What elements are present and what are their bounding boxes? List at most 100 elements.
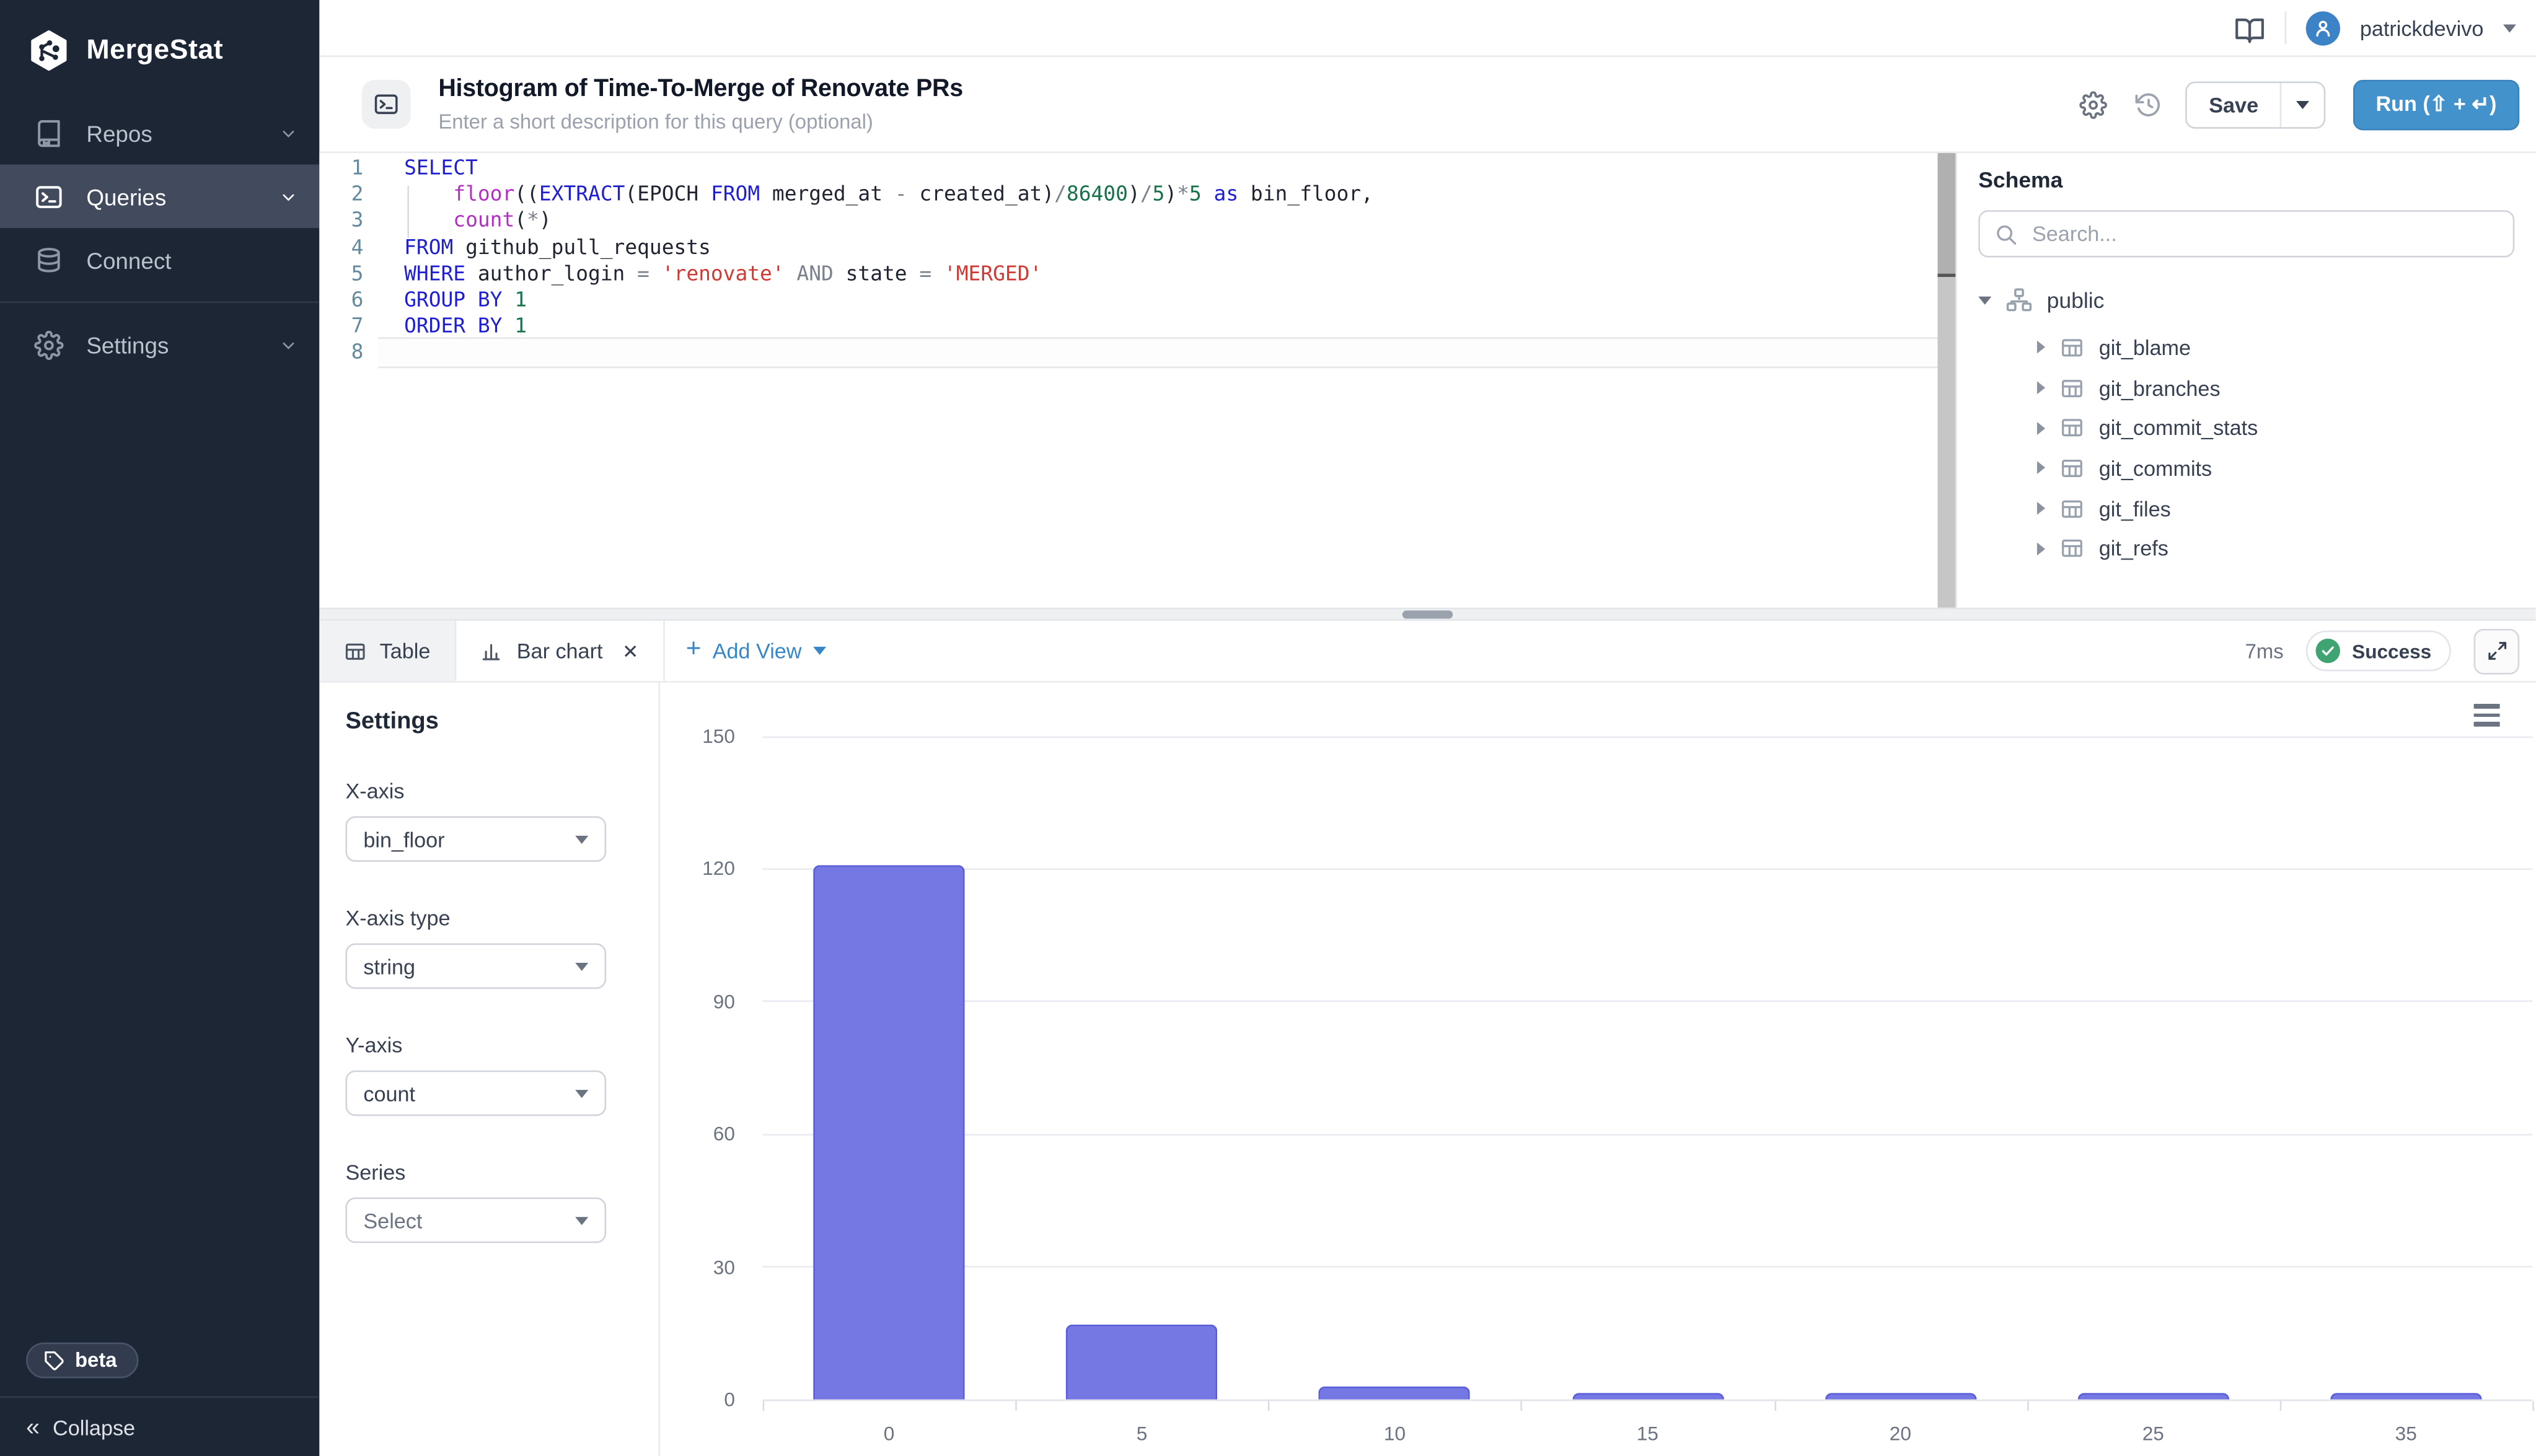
x-tick-label: 5: [1016, 1423, 1269, 1445]
add-view-button[interactable]: + Add View: [686, 621, 826, 681]
code-line[interactable]: SELECT: [378, 155, 1937, 182]
tab-bar-chart[interactable]: Bar chart ✕: [456, 621, 664, 681]
close-tab-icon[interactable]: ✕: [622, 639, 638, 662]
table-icon: [344, 639, 367, 662]
sidebar-nav: Repos Queries Connect: [0, 101, 319, 376]
code-line[interactable]: FROM github_pull_requests: [378, 234, 1937, 260]
bar-0[interactable]: [813, 864, 965, 1399]
sidebar: MergeStat Repos Queries: [0, 0, 319, 1456]
schema-table-git_refs[interactable]: git_refs: [1978, 528, 2514, 569]
user-menu-caret-icon[interactable]: [2503, 24, 2516, 32]
gridline: [763, 1133, 2533, 1135]
schema-table-git_branches[interactable]: git_branches: [1978, 367, 2514, 408]
code-line[interactable]: GROUP BY 1: [378, 287, 1937, 314]
collapse-button[interactable]: « Collapse: [0, 1396, 319, 1456]
logo[interactable]: MergeStat: [0, 0, 319, 80]
caret-collapsed-icon[interactable]: [2037, 421, 2045, 434]
x-axis-tick: [1774, 1401, 1776, 1411]
resize-pill[interactable]: [1402, 610, 1453, 618]
x-axis-tick: [2279, 1401, 2281, 1411]
username[interactable]: patrickdevivo: [2360, 15, 2484, 40]
caret-collapsed-icon[interactable]: [2037, 381, 2045, 394]
table-icon: [2060, 537, 2084, 561]
y-axis-select[interactable]: count: [345, 1071, 606, 1116]
code-line[interactable]: floor((EXTRACT(EPOCH FROM merged_at - cr…: [378, 181, 1937, 208]
x-axis-type-select[interactable]: string: [345, 943, 606, 989]
save-split-button: Save: [2186, 81, 2325, 128]
caret-collapsed-icon[interactable]: [2037, 502, 2045, 515]
tab-table[interactable]: Table: [319, 621, 456, 681]
caret-collapsed-icon[interactable]: [2037, 462, 2045, 475]
panel-resize-handle[interactable]: [319, 608, 2535, 621]
caret-expanded-icon[interactable]: [1978, 296, 1991, 304]
top-bar: patrickdevivo: [319, 0, 2535, 57]
x-axis-value: bin_floor: [363, 827, 444, 851]
select-caret-icon: [575, 962, 588, 970]
editor-scrollbar[interactable]: [1937, 153, 1955, 608]
series-select[interactable]: Select: [345, 1198, 606, 1243]
expand-icon[interactable]: [2474, 628, 2520, 674]
schema-table-git_blame[interactable]: git_blame: [1978, 328, 2514, 368]
schema-search[interactable]: [1978, 210, 2514, 257]
code-line[interactable]: WHERE author_login = 'renovate' AND stat…: [378, 260, 1937, 287]
tab-label: Table: [380, 639, 431, 663]
bar-25[interactable]: [2077, 1393, 2229, 1400]
query-settings-gear-icon[interactable]: [2080, 90, 2108, 118]
chevron-down-icon: [280, 188, 296, 204]
sidebar-item-label: Repos: [86, 120, 280, 146]
select-caret-icon: [575, 1089, 588, 1097]
bar-15[interactable]: [1572, 1393, 1724, 1400]
bar-10[interactable]: [1319, 1386, 1471, 1399]
caret-collapsed-icon[interactable]: [2037, 542, 2045, 555]
schema-table-git_commit_stats[interactable]: git_commit_stats: [1978, 408, 2514, 448]
gridline: [763, 1001, 2533, 1002]
docs-book-open-icon[interactable]: [2234, 15, 2265, 41]
table-icon: [2060, 375, 2084, 400]
scrollbar-thumb[interactable]: [1937, 153, 1955, 277]
y-tick-label: 120: [660, 857, 735, 880]
history-icon[interactable]: [2136, 90, 2164, 118]
table-name: git_commits: [2099, 456, 2212, 480]
caret-collapsed-icon[interactable]: [2037, 341, 2045, 354]
run-button[interactable]: Run (⇧ + ↵): [2353, 79, 2520, 130]
x-axis-tick: [1268, 1401, 1270, 1411]
schema-root-public[interactable]: public: [1978, 279, 2514, 321]
sidebar-item-settings[interactable]: Settings: [0, 313, 319, 377]
chart-menu-icon[interactable]: [2474, 704, 2500, 730]
save-options-caret[interactable]: [2279, 82, 2323, 126]
schema-panel: Schema public git_blamegit_br: [1955, 153, 2535, 608]
bar-35[interactable]: [2330, 1393, 2482, 1400]
table-name: git_files: [2099, 496, 2171, 520]
tag-icon: [44, 1350, 65, 1371]
code-line[interactable]: count(*): [378, 208, 1937, 234]
schema-table-git_files[interactable]: git_files: [1978, 488, 2514, 528]
table-icon: [2060, 416, 2084, 440]
x-axis-type-value: string: [363, 954, 415, 978]
results-tab-bar: Table Bar chart ✕ + Add View 7ms: [319, 621, 2535, 683]
select-caret-icon: [575, 1216, 588, 1224]
save-button[interactable]: Save: [2188, 82, 2279, 126]
y-tick-label: 90: [660, 990, 735, 1013]
query-terminal-icon: [362, 80, 411, 129]
sidebar-item-connect[interactable]: Connect: [0, 228, 319, 292]
x-axis-select[interactable]: bin_floor: [345, 816, 606, 862]
sidebar-item-repos[interactable]: Repos: [0, 101, 319, 165]
bar-5[interactable]: [1066, 1324, 1218, 1399]
avatar[interactable]: [2306, 11, 2340, 45]
table-name: git_branches: [2099, 375, 2221, 400]
query-title[interactable]: Histogram of Time-To-Merge of Renovate P…: [438, 75, 963, 103]
success-check-icon: [2316, 639, 2340, 663]
editor-code[interactable]: SELECT floor((EXTRACT(EPOCH FROM merged_…: [378, 155, 1937, 367]
code-line[interactable]: [378, 338, 1937, 367]
search-input[interactable]: [2029, 220, 2498, 248]
code-line[interactable]: ORDER BY 1: [378, 313, 1937, 340]
bar-20[interactable]: [1825, 1393, 1976, 1400]
table-name: git_refs: [2099, 537, 2168, 561]
x-axis-tick: [2532, 1401, 2534, 1411]
schema-table-git_commits[interactable]: git_commits: [1978, 448, 2514, 488]
query-description-placeholder[interactable]: Enter a short description for this query…: [438, 111, 963, 134]
search-icon: [1995, 222, 2018, 245]
gridline: [763, 868, 2533, 870]
sidebar-item-queries[interactable]: Queries: [0, 165, 319, 229]
sql-editor[interactable]: 12345678 SELECT floor((EXTRACT(EPOCH FRO…: [319, 153, 1937, 608]
